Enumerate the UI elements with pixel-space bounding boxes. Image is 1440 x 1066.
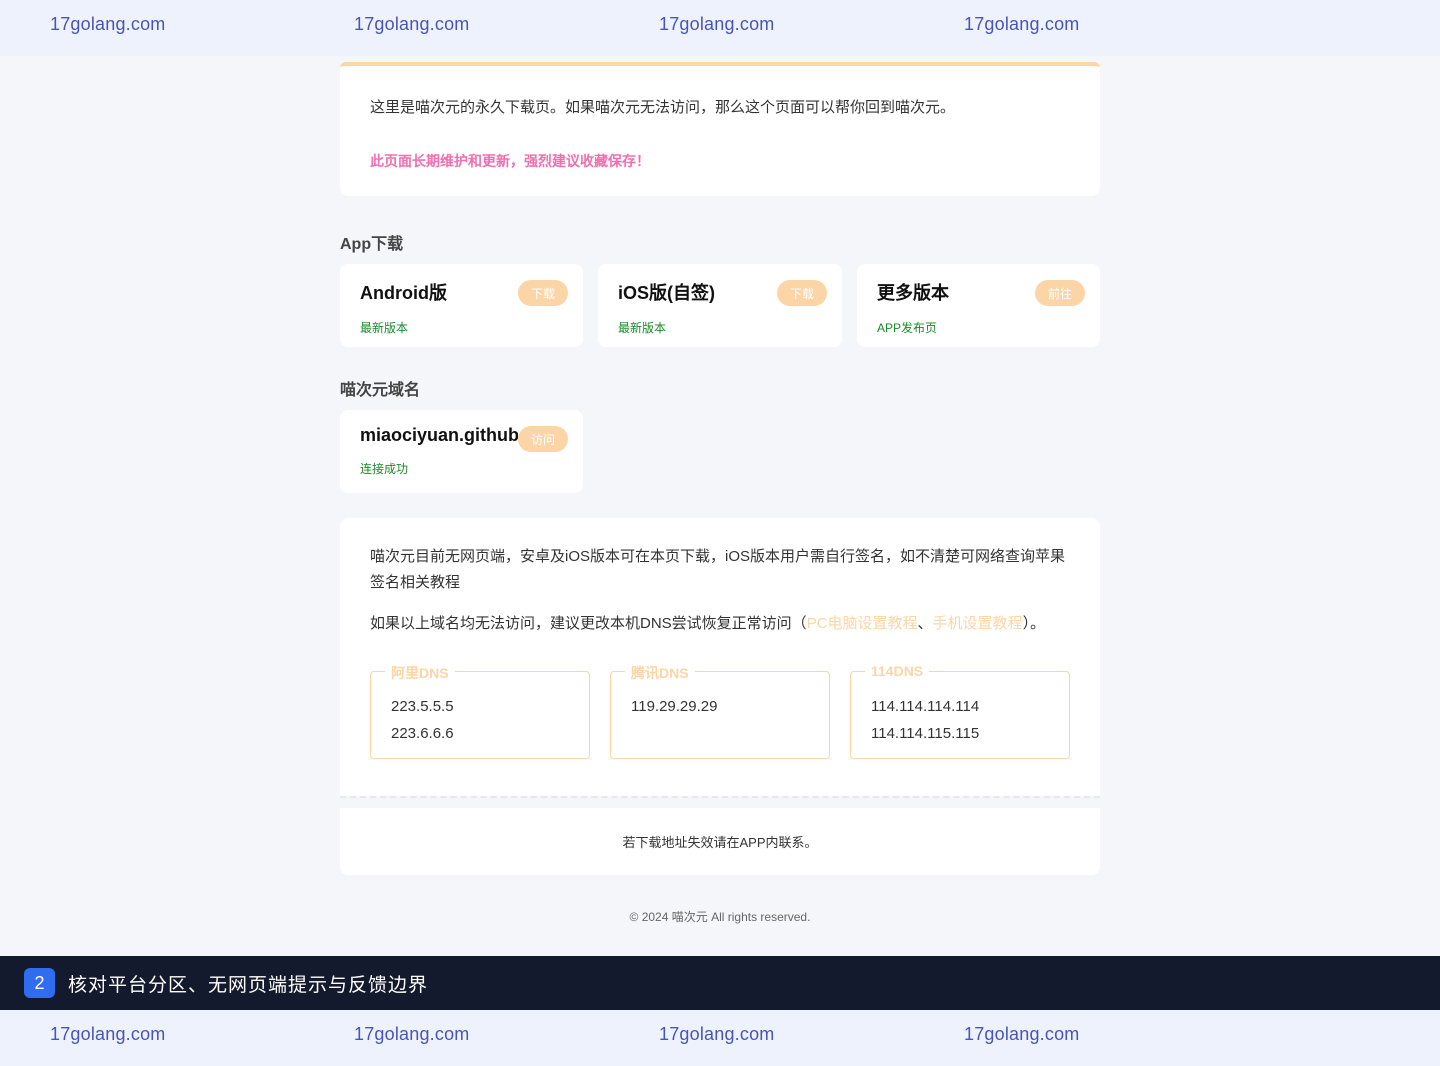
dns-ip: 119.29.29.29 xyxy=(631,698,718,715)
watermark-bar-top: 17golang.com 17golang.com 17golang.com 1… xyxy=(0,0,1440,56)
dns-ip: 114.114.114.114 xyxy=(871,698,980,715)
intro-card: 这里是喵次元的永久下载页。如果喵次元无法访问，那么这个页面可以帮你回到喵次元。 … xyxy=(340,62,1100,196)
android-card: Android版 最新版本 下载 xyxy=(340,264,583,347)
watermark-text: 17golang.com xyxy=(964,1024,1080,1044)
footer-note: 若下载地址失效请在APP内联系。 xyxy=(622,835,818,850)
ios-download-button[interactable]: 下载 xyxy=(777,280,827,306)
watermark-text: 17golang.com xyxy=(50,1024,166,1044)
app-section-title: App下载 xyxy=(340,236,404,253)
card-status: 最新版本 xyxy=(360,321,409,335)
watermark-bar-bottom: 17golang.com 17golang.com 17golang.com 1… xyxy=(0,1010,1440,1066)
watermark-text: 17golang.com xyxy=(354,14,470,34)
card-status: APP发布页 xyxy=(877,321,938,335)
separator: 、 xyxy=(917,615,933,632)
dns-box-tencent: 腾讯DNS 119.29.29.29 xyxy=(610,663,830,759)
dns-label: 114DNS xyxy=(865,663,930,679)
intro-text: 这里是喵次元的永久下载页。如果喵次元无法访问，那么这个页面可以帮你回到喵次元。 xyxy=(370,99,956,116)
watermark-text: 17golang.com xyxy=(659,1024,775,1044)
task-bar: 2 核对平台分区、无网页端提示与反馈边界 xyxy=(0,956,1440,1010)
watermark-text: 17golang.com xyxy=(354,1024,470,1044)
mobile-dns-tutorial-link[interactable]: 手机设置教程 xyxy=(933,615,1023,632)
dns-label: 阿里DNS xyxy=(385,663,455,683)
more-versions-card: 更多版本 APP发布页 前往 xyxy=(857,264,1100,347)
watermark-text: 17golang.com xyxy=(964,14,1080,34)
copyright: © 2024 喵次元 All rights reserved. xyxy=(629,910,811,924)
domain-card: miaociyuan.github.io 连接成功 访问 xyxy=(340,410,583,493)
dns-label: 腾讯DNS xyxy=(625,663,695,683)
info-paragraph: 喵次元目前无网页端，安卓及iOS版本可在本页下载，iOS版本用户需自行签名，如不… xyxy=(370,548,1066,591)
watermark-text: 17golang.com xyxy=(50,14,166,34)
android-download-button[interactable]: 下载 xyxy=(518,280,568,306)
domain-status: 连接成功 xyxy=(360,462,409,476)
main-content: 这里是喵次元的永久下载页。如果喵次元无法访问，那么这个页面可以帮你回到喵次元。 … xyxy=(340,62,1100,924)
task-number-badge: 2 xyxy=(24,968,55,998)
card-status: 最新版本 xyxy=(618,321,667,335)
domain-section-title: 喵次元域名 xyxy=(340,382,421,399)
dns-box-aliyun: 阿里DNS 223.5.5.5 223.6.6.6 xyxy=(370,663,590,759)
dashed-divider xyxy=(340,796,1100,802)
ios-card: iOS版(自签) 最新版本 下载 xyxy=(598,264,842,347)
dns-ip: 223.5.5.5 xyxy=(391,698,454,715)
domain-name: miaociyuan.github.io xyxy=(360,425,518,445)
info-card: 喵次元目前无网页端，安卓及iOS版本可在本页下载，iOS版本用户需自行签名，如不… xyxy=(340,518,1100,796)
dns-ip: 223.6.6.6 xyxy=(391,725,454,742)
task-label: 核对平台分区、无网页端提示与反馈边界 xyxy=(68,974,429,996)
dns-ip: 114.114.115.115 xyxy=(871,725,980,742)
dns-text: 如果以上域名均无法访问，建议更改本机DNS尝试恢复正常访问（ xyxy=(370,615,807,632)
dns-text-end: ）。 xyxy=(1022,615,1046,632)
watermark-text: 17golang.com xyxy=(659,14,775,34)
pc-dns-tutorial-link[interactable]: PC电脑设置教程 xyxy=(807,615,918,632)
visit-domain-button[interactable]: 访问 xyxy=(518,426,568,452)
more-versions-go-button[interactable]: 前往 xyxy=(1035,280,1085,306)
dns-paragraph: 如果以上域名均无法访问，建议更改本机DNS尝试恢复正常访问（PC电脑设置教程、手… xyxy=(370,611,1070,637)
intro-notice: 此页面长期维护和更新，强烈建议收藏保存！ xyxy=(370,153,650,169)
footer-card: 若下载地址失效请在APP内联系。 xyxy=(340,808,1100,875)
dns-box-114: 114DNS 114.114.114.114 114.114.115.115 xyxy=(850,663,1070,759)
